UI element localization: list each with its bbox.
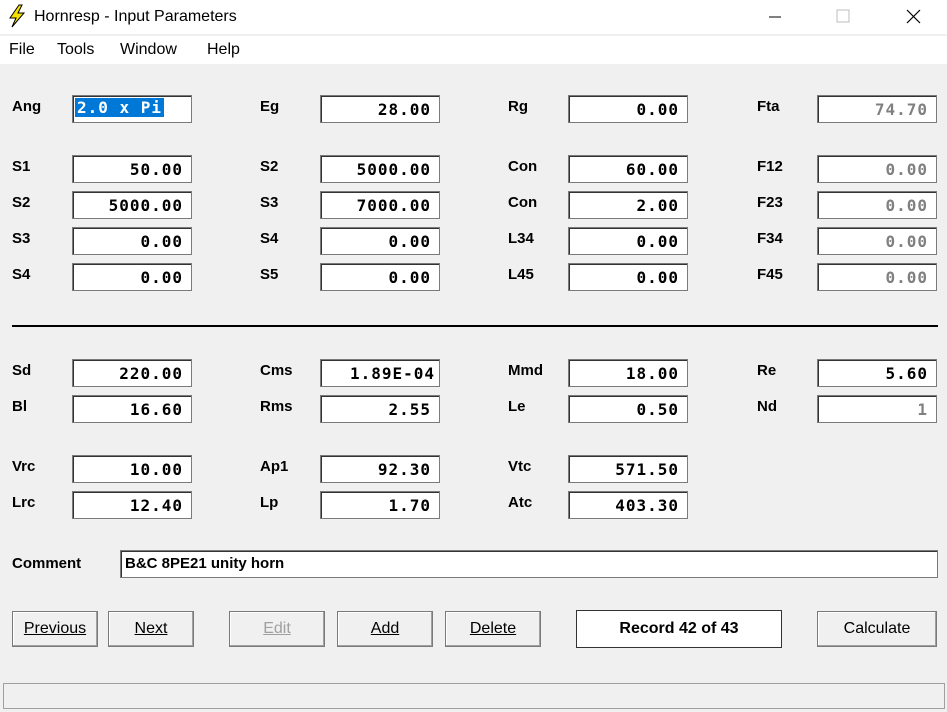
label-vtc: Vtc: [508, 458, 532, 475]
delete-button[interactable]: Delete: [445, 611, 541, 647]
field-vrc[interactable]: 10.00: [72, 455, 192, 483]
field-f12: 0.00: [817, 155, 937, 183]
label-lp: Lp: [260, 494, 279, 511]
label-re: Re: [757, 362, 777, 379]
field-bl[interactable]: 16.60: [72, 395, 192, 423]
title-bar: Hornresp - Input Parameters: [0, 0, 947, 34]
label-nd: Nd: [757, 398, 777, 415]
label-ap1: Ap1: [260, 458, 289, 475]
label-cms: Cms: [260, 362, 293, 379]
label-f12: F12: [757, 158, 783, 175]
label-s3-seg2: S3: [260, 194, 279, 211]
add-button[interactable]: Add: [337, 611, 433, 647]
label-f34: F34: [757, 230, 783, 247]
label-fta: Fta: [757, 98, 780, 115]
label-s4-seg3: S4: [260, 230, 279, 247]
edit-button[interactable]: Edit: [229, 611, 325, 647]
field-ap1[interactable]: 92.30: [320, 455, 440, 483]
label-lrc: Lrc: [12, 494, 36, 511]
label-s1: S1: [12, 158, 31, 175]
field-s3-seg3[interactable]: 0.00: [72, 227, 192, 255]
calculate-button[interactable]: Calculate: [817, 611, 937, 647]
label-rg: Rg: [508, 98, 528, 115]
menu-window[interactable]: Window: [120, 41, 177, 59]
label-bl: Bl: [12, 398, 27, 415]
label-con2: Con: [508, 194, 538, 211]
field-rms[interactable]: 2.55: [320, 395, 440, 423]
label-f23: F23: [757, 194, 783, 211]
next-button-label: Next: [134, 620, 168, 637]
label-s5: S5: [260, 266, 279, 283]
field-sd[interactable]: 220.00: [72, 359, 192, 387]
field-ang-value: 2.0 x Pi: [75, 98, 165, 117]
minimize-icon[interactable]: [752, 0, 798, 34]
field-mmd[interactable]: 18.00: [568, 359, 688, 387]
field-s1[interactable]: 50.00: [72, 155, 192, 183]
label-sd: Sd: [12, 362, 32, 379]
menu-tools[interactable]: Tools: [57, 41, 94, 59]
field-nd: 1: [817, 395, 937, 423]
edit-button-label: Edit: [263, 620, 291, 637]
label-eg: Eg: [260, 98, 280, 115]
field-f34: 0.00: [817, 227, 937, 255]
label-atc: Atc: [508, 494, 533, 511]
field-s3-seg2[interactable]: 7000.00: [320, 191, 440, 219]
field-re[interactable]: 5.60: [817, 359, 937, 387]
field-l34[interactable]: 0.00: [568, 227, 688, 255]
delete-button-label: Delete: [469, 620, 517, 637]
label-ang: Ang: [12, 98, 42, 115]
record-counter: Record 42 of 43: [576, 610, 782, 648]
maximize-icon[interactable]: [820, 0, 866, 34]
label-rms: Rms: [260, 398, 293, 415]
label-f45: F45: [757, 266, 783, 283]
menu-bar: File Tools Window Help: [0, 36, 947, 64]
next-button[interactable]: Next: [108, 611, 194, 647]
label-vrc: Vrc: [12, 458, 36, 475]
field-lrc[interactable]: 12.40: [72, 491, 192, 519]
field-s2-seg1[interactable]: 5000.00: [320, 155, 440, 183]
field-con1[interactable]: 60.00: [568, 155, 688, 183]
field-con2[interactable]: 2.00: [568, 191, 688, 219]
field-f23: 0.00: [817, 191, 937, 219]
status-bar: [3, 683, 945, 709]
section-divider: [12, 325, 938, 327]
field-s4-seg3[interactable]: 0.00: [320, 227, 440, 255]
field-lp[interactable]: 1.70: [320, 491, 440, 519]
add-button-label: Add: [370, 620, 400, 637]
field-vtc[interactable]: 571.50: [568, 455, 688, 483]
label-l34: L34: [508, 230, 534, 247]
label-l45: L45: [508, 266, 534, 283]
label-s2-seg1: S2: [260, 158, 279, 175]
field-eg[interactable]: 28.00: [320, 95, 440, 123]
menu-file[interactable]: File: [9, 41, 35, 59]
label-comment: Comment: [12, 555, 82, 572]
field-l45[interactable]: 0.00: [568, 263, 688, 291]
label-s4-seg4: S4: [12, 266, 31, 283]
label-s2-seg2: S2: [12, 194, 31, 211]
field-f45: 0.00: [817, 263, 937, 291]
label-mmd: Mmd: [508, 362, 543, 379]
menu-help[interactable]: Help: [207, 41, 240, 59]
field-s2-seg2[interactable]: 5000.00: [72, 191, 192, 219]
previous-button[interactable]: Previous: [12, 611, 98, 647]
lightning-bolt-icon: [9, 4, 26, 28]
field-s4-seg4[interactable]: 0.00: [72, 263, 192, 291]
field-rg[interactable]: 0.00: [568, 95, 688, 123]
field-fta: 74.70: [817, 95, 937, 123]
label-s3-seg3: S3: [12, 230, 31, 247]
label-con1: Con: [508, 158, 538, 175]
previous-button-label: Previous: [23, 620, 87, 637]
close-icon[interactable]: [890, 0, 936, 34]
comment-field[interactable]: B&C 8PE21 unity horn: [120, 550, 938, 578]
label-le: Le: [508, 398, 526, 415]
field-atc[interactable]: 403.30: [568, 491, 688, 519]
window-title: Hornresp - Input Parameters: [34, 8, 237, 25]
field-cms[interactable]: 1.89E-04: [320, 359, 440, 387]
field-ang[interactable]: 2.0 x Pi: [72, 95, 192, 123]
field-le[interactable]: 0.50: [568, 395, 688, 423]
field-s5[interactable]: 0.00: [320, 263, 440, 291]
